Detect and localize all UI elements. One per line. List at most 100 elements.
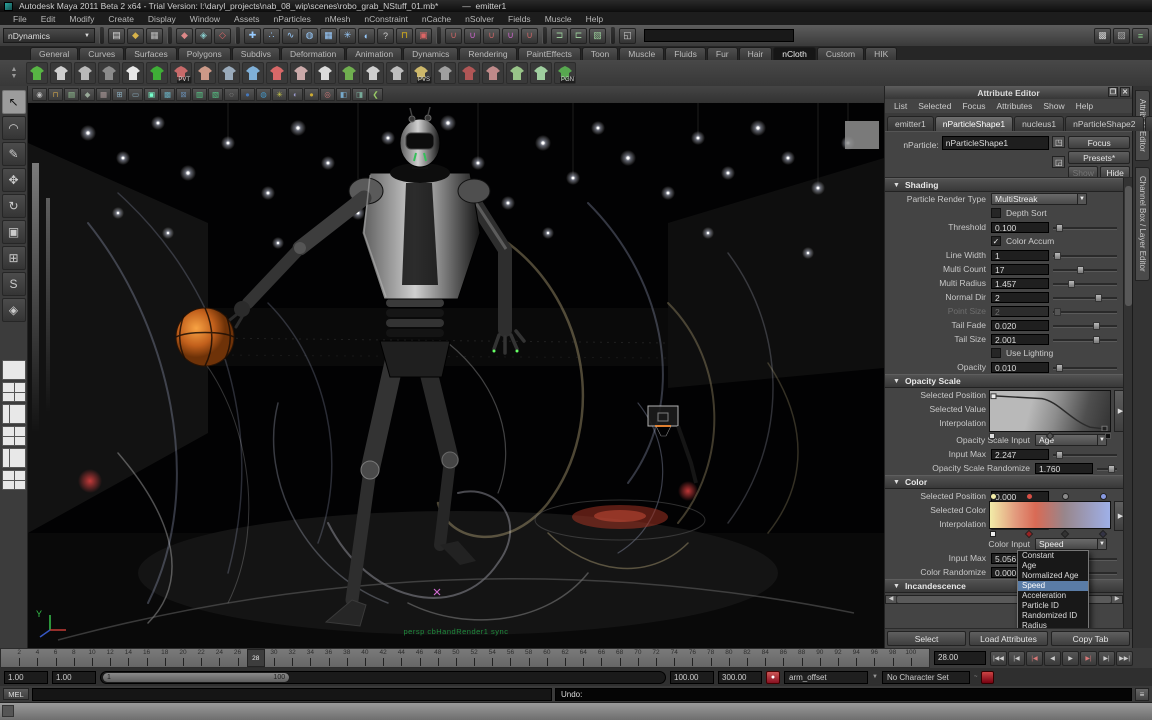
help-line-icon[interactable] xyxy=(2,705,14,717)
ae-menu-item[interactable]: Attributes xyxy=(991,101,1037,111)
ae-menu-item[interactable]: Focus xyxy=(957,101,990,111)
command-language-toggle[interactable]: MEL xyxy=(3,688,29,700)
status-separator[interactable] xyxy=(436,27,441,44)
layout-four-pane-button[interactable] xyxy=(2,382,26,402)
ae-restore-icon[interactable]: ❐ xyxy=(1108,87,1118,97)
shelf-attract-to-matching[interactable] xyxy=(362,62,384,84)
os-input-max-slider[interactable] xyxy=(1053,449,1117,460)
viewport-3d-scene[interactable]: Y xyxy=(28,103,884,648)
ramp-key-marker[interactable] xyxy=(1046,432,1054,440)
shelf-tab[interactable]: Deformation xyxy=(281,47,345,60)
input-connections-icon[interactable]: ⊐ xyxy=(551,28,568,44)
section-shading[interactable]: ▼Shading xyxy=(885,178,1123,192)
opacity-slider[interactable] xyxy=(1053,362,1117,373)
shelf-nconstraint-component[interactable] xyxy=(194,62,216,84)
playback-end-field[interactable]: 100.00 xyxy=(670,671,714,684)
section-opacity-scale[interactable]: ▼Opacity Scale xyxy=(885,374,1123,388)
auto-keyframe-toggle[interactable]: ● xyxy=(766,671,780,684)
menu-option[interactable]: Age xyxy=(1018,561,1088,571)
shelf-tab[interactable]: Hair xyxy=(739,47,773,60)
universal-manipulator-tool[interactable]: ⊞ xyxy=(2,246,26,270)
ramp-key-marker[interactable] xyxy=(989,433,995,439)
multi-radius-slider[interactable] xyxy=(1053,278,1117,289)
snap-grid-icon[interactable]: ∪ xyxy=(445,28,462,44)
field-entry-mode-icon[interactable]: ◱ xyxy=(619,28,636,44)
command-input[interactable] xyxy=(32,688,552,701)
tail-size-slider[interactable] xyxy=(1053,334,1117,345)
depth-sort-checkbox[interactable] xyxy=(991,208,1001,218)
menu-item[interactable]: Edit xyxy=(34,14,63,24)
open-scene-icon[interactable]: ◆ xyxy=(127,28,144,44)
footer-button[interactable]: Select xyxy=(887,631,966,646)
status-separator[interactable] xyxy=(542,27,547,44)
status-separator[interactable] xyxy=(235,27,240,44)
shelf-tab[interactable]: PaintEffects xyxy=(518,47,581,60)
shelf-rest-shape[interactable] xyxy=(434,62,456,84)
layout-custom-button[interactable] xyxy=(2,470,26,490)
snap-point-icon[interactable]: ∪ xyxy=(483,28,500,44)
shelf-tab[interactable]: Curves xyxy=(79,47,124,60)
highlight-selection-icon[interactable]: ▣ xyxy=(415,28,432,44)
time-ruler[interactable]: 2468101214161820222426303234363840424446… xyxy=(0,648,930,668)
soft-modification-tool[interactable]: S xyxy=(2,272,26,296)
ae-node-tab[interactable]: geoCon xyxy=(1145,116,1152,131)
scroll-right-icon[interactable]: ▶ xyxy=(1112,596,1122,603)
textured-icon[interactable]: ◍ xyxy=(256,88,271,101)
side-tab[interactable]: Channel Box / Layer Editor xyxy=(1135,167,1150,281)
ae-menu-item[interactable]: Show xyxy=(1038,101,1069,111)
lock-camera-icon[interactable]: ⊓ xyxy=(48,88,63,101)
shelf-nconstraint-point[interactable] xyxy=(218,62,240,84)
deformations-mask-icon[interactable]: ▦ xyxy=(320,28,337,44)
render-current-frame-icon[interactable]: ▩ xyxy=(1094,28,1111,44)
select-object-icon[interactable]: ◈ xyxy=(195,28,212,44)
presets-button[interactable]: Presets* xyxy=(1068,151,1130,164)
script-editor-icon[interactable]: ≡ xyxy=(1135,688,1149,701)
status-separator[interactable] xyxy=(610,27,615,44)
ae-node-tab[interactable]: nParticleShape1 xyxy=(935,116,1013,131)
smooth-shade-icon[interactable]: ● xyxy=(240,88,255,101)
animation-preferences-icon[interactable] xyxy=(981,671,994,684)
select-camera-icon[interactable]: ◉ xyxy=(32,88,47,101)
step-forward-frame-button[interactable]: ▶| xyxy=(1098,651,1115,666)
current-time-field[interactable]: 28.00 xyxy=(934,651,986,665)
wireframe-icon[interactable]: ◌ xyxy=(224,88,239,101)
chevron-down-icon[interactable]: ▼ xyxy=(872,674,878,680)
move-tool[interactable]: ✥ xyxy=(2,168,26,192)
tail-fade-slider[interactable] xyxy=(1053,320,1117,331)
snap-plane-icon[interactable]: ∪ xyxy=(502,28,519,44)
ae-node-tab[interactable]: nParticleShape2 xyxy=(1065,116,1143,131)
ae-menu-item[interactable]: List xyxy=(889,101,912,111)
menu-item[interactable]: File xyxy=(6,14,34,24)
shelf-nconstraint-weld[interactable] xyxy=(266,62,288,84)
shelf-tab[interactable]: Fluids xyxy=(665,47,706,60)
section-color[interactable]: ▼Color xyxy=(885,475,1123,489)
status-separator[interactable] xyxy=(167,27,172,44)
render-settings-icon[interactable]: ≡ xyxy=(1132,28,1149,44)
anim-end-field[interactable]: 300.00 xyxy=(718,671,762,684)
select-tool[interactable]: ↖ xyxy=(2,90,26,114)
last-tool[interactable]: ◈ xyxy=(2,298,26,322)
ae-menu-item[interactable]: Help xyxy=(1071,101,1098,111)
grid-icon[interactable]: ⊞ xyxy=(112,88,127,101)
new-scene-icon[interactable]: ▤ xyxy=(108,28,125,44)
opacity-ramp-widget[interactable]: ▶ xyxy=(989,390,1111,439)
menu-set-dropdown[interactable]: nDynamics▼ xyxy=(3,28,95,43)
particle-render-type-dropdown[interactable]: MultiStreak▼ xyxy=(991,193,1087,205)
menu-option[interactable]: Particle ID xyxy=(1018,601,1088,611)
menu-option[interactable]: Speed xyxy=(1018,581,1088,591)
image-plane-icon[interactable]: ▦ xyxy=(96,88,111,101)
menu-item[interactable]: Muscle xyxy=(538,14,579,24)
lock-selection-icon[interactable]: ⊓ xyxy=(396,28,413,44)
curves-mask-icon[interactable]: ∿ xyxy=(282,28,299,44)
paint-select-tool[interactable]: ✎ xyxy=(2,142,26,166)
footer-button[interactable]: Load Attributes xyxy=(969,631,1048,646)
shelf-remove-ncloth[interactable] xyxy=(458,62,480,84)
shelf-ncloth-shirt[interactable] xyxy=(314,62,336,84)
menu-option[interactable]: Randomized ID xyxy=(1018,611,1088,621)
step-back-key-button[interactable]: |◀ xyxy=(1026,651,1043,666)
shelf-wind-field[interactable] xyxy=(482,62,504,84)
camera-attributes-icon[interactable]: ▤ xyxy=(64,88,79,101)
numeric-input-field[interactable] xyxy=(644,29,794,42)
normal-dir-slider[interactable] xyxy=(1053,292,1117,303)
go-to-end-button[interactable]: ▶▶| xyxy=(1116,651,1133,666)
